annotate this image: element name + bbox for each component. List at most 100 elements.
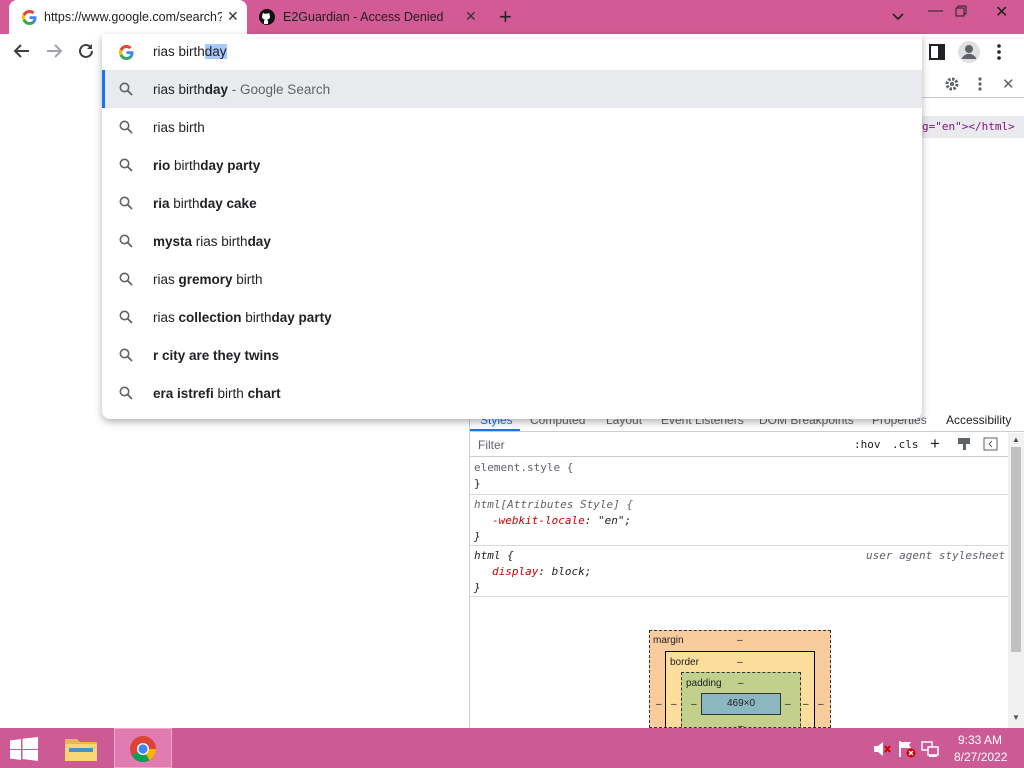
- padding-right-value[interactable]: –: [785, 699, 791, 710]
- suggestion-text-segment: rias: [153, 271, 179, 287]
- property-value: block: [551, 565, 585, 578]
- flag-notification-icon[interactable]: [898, 740, 916, 761]
- suggestion-item[interactable]: rias birth: [102, 108, 922, 146]
- tab-search-chevron-icon[interactable]: [892, 8, 904, 25]
- margin-value[interactable]: –: [737, 635, 743, 646]
- suggestion-text-segment: rias birth: [153, 81, 205, 97]
- element-style-selector[interactable]: element.style {: [474, 461, 573, 474]
- chrome-menu-icon[interactable]: [997, 44, 1001, 65]
- search-icon: [119, 234, 133, 248]
- content-box[interactable]: 469×0: [701, 693, 781, 715]
- tab-google-search[interactable]: https://www.google.com/search?q ✕: [9, 0, 247, 34]
- suggestion-item[interactable]: mysta rias birthday: [102, 222, 922, 260]
- tab-strip: https://www.google.com/search?q ✕ E2Guar…: [0, 0, 1024, 34]
- scroll-down-arrow-icon[interactable]: ▼: [1012, 713, 1020, 722]
- suggestion-item[interactable]: r city are they twins: [102, 336, 922, 374]
- html-ua-rule: html { user agent stylesheet display: bl…: [470, 546, 1008, 597]
- rule-close-brace: }: [474, 581, 481, 594]
- tab-accessibility[interactable]: Accessibility: [946, 413, 1011, 427]
- chrome-taskbar-button[interactable]: [114, 728, 172, 768]
- suggestion-text-segment: rias birth: [192, 233, 248, 249]
- border-right-value[interactable]: –: [803, 699, 809, 710]
- suggestion-item[interactable]: ria birthday cake: [102, 184, 922, 222]
- devtools-close-icon[interactable]: ✕: [1002, 75, 1015, 93]
- cls-toggle[interactable]: .cls: [892, 438, 919, 451]
- omnibox-input[interactable]: rias birthday: [153, 44, 227, 59]
- suggestion-text: rias collection birthday party: [153, 310, 332, 325]
- scroll-up-arrow-icon[interactable]: ▲: [1012, 435, 1020, 444]
- omnibox-dropdown: rias birthday rias birthday - Google Sea…: [102, 34, 922, 419]
- volume-muted-icon[interactable]: [873, 741, 891, 760]
- border-box: border – – – padding – – – 469×0 –: [665, 651, 815, 727]
- toggle-sidebar-icon[interactable]: [983, 437, 998, 454]
- close-tab-icon[interactable]: ✕: [465, 9, 477, 23]
- google-g-icon: [119, 45, 134, 63]
- padding-box: padding – – – 469×0 –: [681, 672, 801, 727]
- suggestion-text: era istrefi birth chart: [153, 386, 281, 401]
- close-tab-icon[interactable]: ✕: [227, 9, 239, 23]
- suggestion-text-segment: era istrefi: [153, 385, 214, 401]
- element-style-rule: element.style { }: [470, 458, 1008, 495]
- search-icon: [119, 120, 133, 134]
- attributes-style-selector: html[Attributes Style] {: [474, 498, 633, 511]
- devtools-more-icon[interactable]: [978, 77, 982, 94]
- padding-left-value[interactable]: –: [691, 699, 697, 710]
- suggestion-text-segment: birth: [169, 195, 200, 211]
- clock-time[interactable]: 9:33 AM: [958, 733, 1002, 747]
- suggestion-text: rias gremory birth: [153, 272, 263, 287]
- network-icon[interactable]: [921, 740, 939, 761]
- padding-bottom-value[interactable]: –: [738, 721, 744, 727]
- minimize-button[interactable]: —: [928, 2, 943, 19]
- restore-button[interactable]: [955, 4, 967, 21]
- margin-left-value[interactable]: –: [656, 699, 662, 710]
- styles-tab-underline: [470, 429, 520, 431]
- suggestion-text: r city are they twins: [153, 348, 279, 363]
- suggestion-text-segment: gremory: [178, 271, 233, 287]
- profile-avatar-icon[interactable]: [958, 41, 980, 68]
- suggestion-text: rias birthday - Google Search: [153, 82, 330, 97]
- side-panel-icon[interactable]: [929, 44, 945, 65]
- margin-right-value[interactable]: –: [818, 699, 824, 710]
- suggestion-text-segment: birth: [232, 271, 263, 287]
- tab-e2guardian[interactable]: E2Guardian - Access Denied ✕: [250, 0, 488, 34]
- suggestion-text-segment: birth: [170, 157, 201, 173]
- scrollbar-thumb[interactable]: [1011, 447, 1021, 652]
- forward-arrow-icon[interactable]: [45, 42, 63, 65]
- suggestion-item[interactable]: rio birthday party: [102, 146, 922, 184]
- suggestion-item[interactable]: rias gremory birth: [102, 260, 922, 298]
- tab-title: https://www.google.com/search?q: [44, 10, 222, 24]
- suggestion-text-segment: collection: [178, 309, 242, 325]
- elements-tree-text: g="en"></html>: [922, 120, 1015, 133]
- styles-scrollbar[interactable]: ▲ ▼: [1008, 433, 1024, 728]
- padding-value[interactable]: –: [738, 678, 744, 689]
- clock-date[interactable]: 8/27/2022: [954, 750, 1007, 764]
- new-tab-button[interactable]: +: [499, 6, 512, 28]
- selected-indicator: [102, 70, 105, 108]
- omnibox[interactable]: rias birthday: [102, 34, 922, 71]
- element-state-paint-icon[interactable]: [957, 437, 971, 454]
- attributes-style-rule: html[Attributes Style] { -webkit-locale:…: [470, 495, 1008, 546]
- reload-icon[interactable]: [77, 42, 95, 65]
- suggestion-item[interactable]: rias collection birthday party: [102, 298, 922, 336]
- hov-toggle[interactable]: :hov: [854, 438, 881, 451]
- chrome-icon: [129, 735, 157, 766]
- file-explorer-icon[interactable]: [64, 734, 98, 765]
- border-left-value[interactable]: –: [671, 699, 677, 710]
- windows-start-icon[interactable]: [10, 737, 38, 764]
- suggestion-suffix: - Google Search: [228, 81, 331, 97]
- property-name: display: [492, 565, 539, 578]
- property-value: "en": [597, 514, 625, 527]
- suggestion-item[interactable]: era istrefi birth chart: [102, 374, 922, 412]
- new-style-rule-icon[interactable]: +: [930, 434, 940, 454]
- search-icon: [119, 386, 133, 400]
- back-arrow-icon[interactable]: [13, 42, 31, 65]
- devtools-settings-gear-icon[interactable]: [944, 76, 960, 95]
- close-window-button[interactable]: ✕: [995, 2, 1008, 22]
- filter-input[interactable]: Filter: [478, 438, 505, 452]
- border-value[interactable]: –: [737, 657, 743, 668]
- suggestion-text-segment: mysta: [153, 233, 193, 249]
- search-icon: [119, 310, 133, 324]
- suggestion-item[interactable]: rias birthday - Google Search: [102, 70, 922, 108]
- search-icon: [119, 196, 133, 210]
- suggestion-text: ria birthday cake: [153, 196, 257, 211]
